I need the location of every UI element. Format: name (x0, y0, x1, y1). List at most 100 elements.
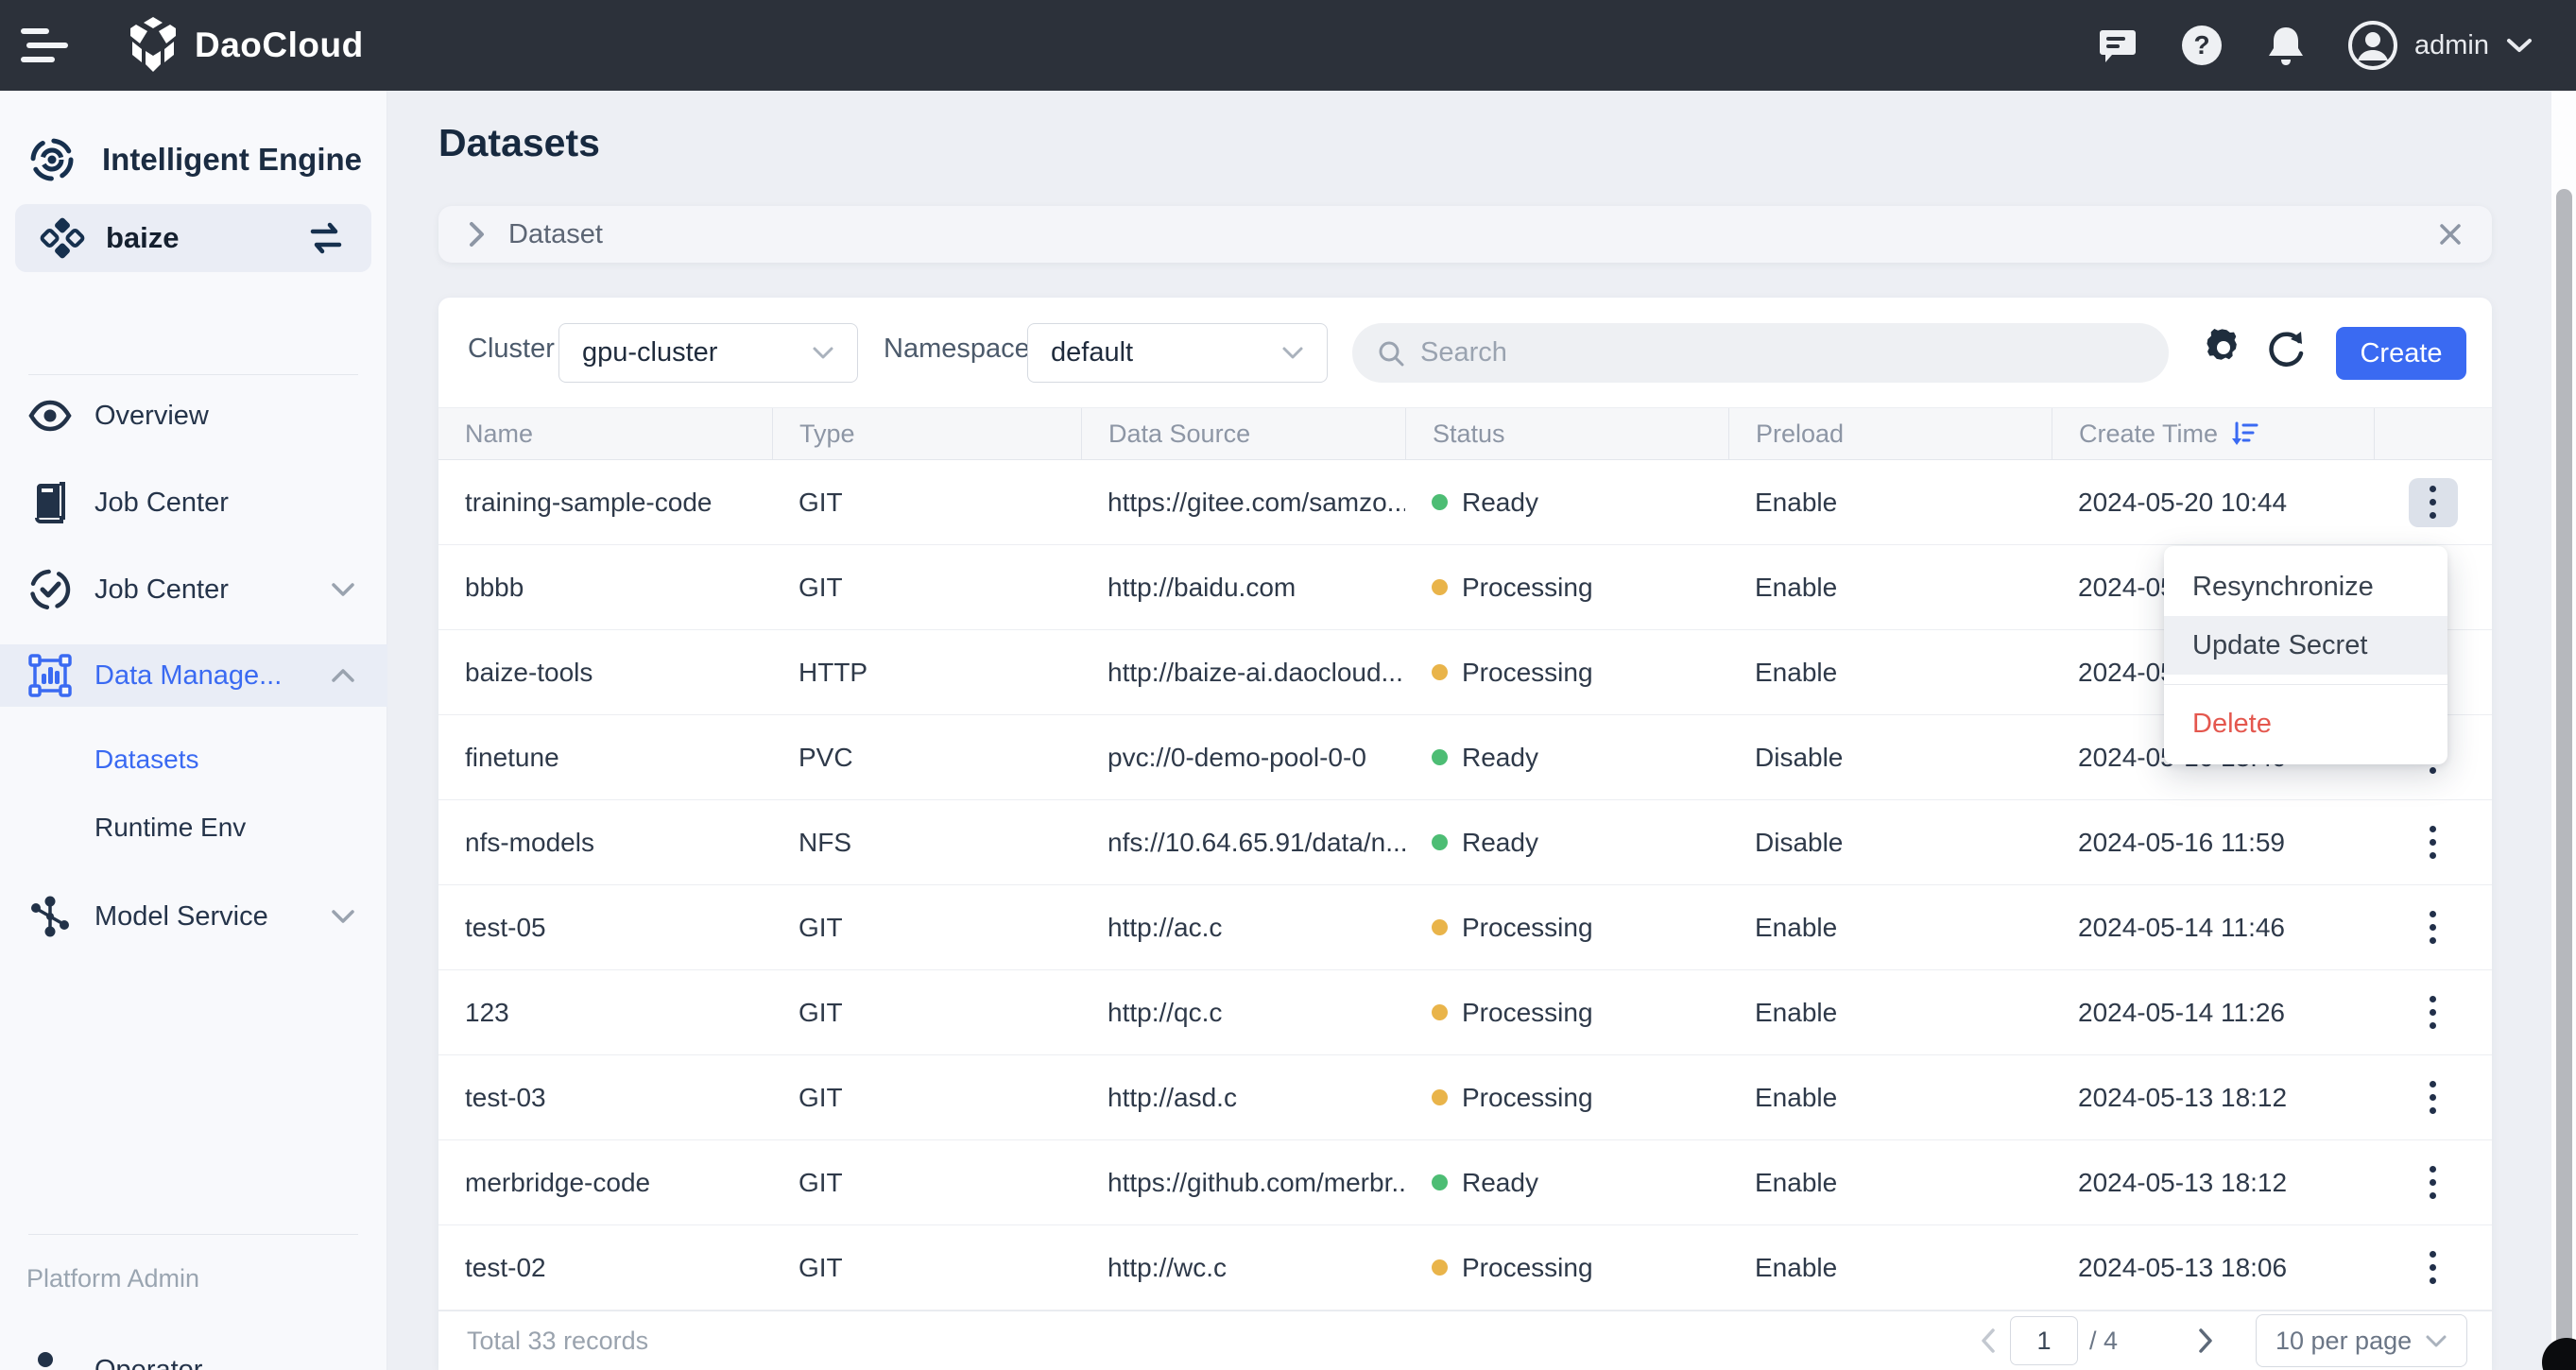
switch-workspace-icon[interactable] (305, 220, 347, 256)
page-number-input[interactable] (2009, 1316, 2078, 1365)
sidebar-item-datasets[interactable]: Datasets (94, 745, 199, 775)
book-icon (28, 482, 72, 523)
cell-type: HTTP (799, 657, 868, 687)
divider (28, 1234, 358, 1235)
menu-item-update-secret[interactable]: Update Secret (2164, 616, 2447, 675)
column-header-type[interactable]: Type (772, 408, 1081, 459)
column-header-status[interactable]: Status (1405, 408, 1728, 459)
status-text: Processing (1462, 572, 1593, 602)
cell-name: finetune (465, 742, 559, 772)
cell-data-source: http://baidu.com (1108, 572, 1297, 602)
cell-type: GIT (799, 1167, 843, 1197)
cell-preload: Enable (1755, 572, 1838, 602)
hamburger-menu-icon[interactable] (21, 17, 87, 74)
cell-status: Processing (1405, 545, 1728, 629)
dataset-collapse-panel[interactable]: Dataset (438, 206, 2492, 263)
help-button[interactable]: ? (2180, 24, 2224, 67)
column-header-name[interactable]: Name (438, 408, 772, 459)
scrollbar-track[interactable] (2551, 91, 2576, 1370)
chevron-down-icon (812, 346, 834, 360)
scrollbar-thumb[interactable] (2556, 189, 2572, 1370)
table-row: merbridge-code GIT https://github.com/merb… (438, 1140, 2492, 1225)
refresh-button[interactable] (2264, 326, 2308, 369)
row-actions-button[interactable] (2409, 903, 2458, 952)
column-header-actions (2374, 408, 2492, 459)
svg-text:?: ? (2193, 30, 2209, 60)
messages-button[interactable] (2097, 25, 2138, 66)
column-header-data-source[interactable]: Data Source (1081, 408, 1405, 459)
row-actions-button[interactable] (2409, 818, 2458, 867)
sidebar-item-runtime-env[interactable]: Runtime Env (94, 813, 246, 843)
cell-data-source: http://qc.c (1108, 997, 1223, 1027)
sidebar-item-overview[interactable]: Overview (0, 385, 387, 446)
datasets-card: Cluster gpu-cluster Namespace default Cr (438, 298, 2492, 1370)
status-text: Processing (1462, 912, 1593, 942)
row-actions-button[interactable] (2409, 1158, 2458, 1207)
status-text: Processing (1462, 657, 1593, 687)
workspace-selector[interactable]: baize (15, 204, 371, 272)
table-row: test-03 GIT http://asd.c Processing Enable 20… (438, 1055, 2492, 1140)
chevron-down-icon (2506, 37, 2533, 54)
menu-item-delete[interactable]: Delete (2164, 694, 2447, 753)
collapse-panel-label: Dataset (508, 218, 603, 249)
namespace-select[interactable]: default (1027, 323, 1328, 383)
column-header-create-time[interactable]: Create Time (2052, 408, 2374, 459)
top-bar: DaoCloud ? admin (0, 0, 2576, 91)
cluster-select[interactable]: gpu-cluster (558, 323, 858, 383)
per-page-select[interactable]: 10 per page (2256, 1314, 2467, 1367)
cell-type: GIT (799, 997, 843, 1027)
cell-name: bbbb (465, 572, 524, 602)
column-header-preload[interactable]: Preload (1728, 408, 2052, 459)
menu-item-resynchronize[interactable]: Resynchronize (2164, 557, 2447, 616)
row-actions-button[interactable] (2408, 477, 2458, 527)
create-button[interactable]: Create (2336, 327, 2466, 380)
status-dot (1432, 664, 1448, 680)
cell-type: GIT (799, 912, 843, 942)
sort-descending-icon[interactable] (2231, 420, 2259, 448)
cell-preload: Disable (1755, 742, 1844, 772)
sidebar-item-data-management[interactable]: Data Manage... (0, 644, 387, 707)
chevron-down-icon (331, 582, 355, 597)
close-icon[interactable] (2437, 221, 2464, 248)
status-dot (1432, 1259, 1448, 1276)
search-input[interactable] (1420, 337, 2082, 368)
settings-gear-button[interactable] (2202, 326, 2245, 369)
cell-type: NFS (799, 827, 851, 857)
cell-data-source: pvc://0-demo-pool-0-0 (1108, 742, 1366, 772)
corner-widget[interactable] (2542, 1338, 2576, 1370)
row-actions-button[interactable] (2409, 1243, 2458, 1293)
table-row: training-sample-code GIT https://gitee.com… (438, 460, 2492, 545)
status-dot (1432, 1089, 1448, 1105)
help-icon: ? (2180, 24, 2224, 67)
cell-preload: Enable (1755, 657, 1838, 687)
cell-status: Ready (1405, 800, 1728, 884)
table-row: test-02 GIT http://wc.c Processing Enable 202… (438, 1225, 2492, 1310)
filter-bar: Cluster gpu-cluster Namespace default Cr (438, 298, 2492, 407)
cell-data-source: https://github.com/merbr... (1108, 1167, 1405, 1197)
workspace-name: baize (106, 221, 180, 254)
sidebar-item-operator[interactable]: Operator (0, 1340, 387, 1370)
sidebar-item-model-service[interactable]: Model Service (0, 886, 387, 947)
divider (28, 374, 358, 375)
user-menu[interactable]: admin (2348, 21, 2533, 70)
page-count: / 4 (2088, 1326, 2118, 1355)
module-header: Intelligent Engine (0, 91, 386, 183)
status-text: Processing (1462, 1082, 1593, 1112)
cell-create-time: 2024-05-14 11:46 (2078, 912, 2285, 942)
sidebar-item-job-center[interactable]: Job Center (0, 559, 387, 620)
notifications-button[interactable] (2265, 24, 2307, 67)
row-actions-button[interactable] (2409, 988, 2458, 1037)
next-page-icon[interactable] (2184, 1327, 2227, 1354)
chevron-up-icon (331, 668, 355, 683)
status-text: Ready (1462, 1167, 1538, 1197)
row-actions-button[interactable] (2409, 1073, 2458, 1122)
cell-status: Processing (1405, 1225, 1728, 1310)
operator-icon (28, 1349, 72, 1370)
cell-status: Processing (1405, 970, 1728, 1054)
previous-page-icon[interactable] (1966, 1327, 2010, 1354)
chevron-down-icon (1281, 346, 1304, 360)
cell-name: test-03 (465, 1082, 546, 1112)
page-title: Datasets (438, 121, 600, 164)
brand-logo[interactable]: DaoCloud (127, 15, 364, 76)
sidebar-item-notebooks[interactable]: Job Center (0, 472, 387, 533)
